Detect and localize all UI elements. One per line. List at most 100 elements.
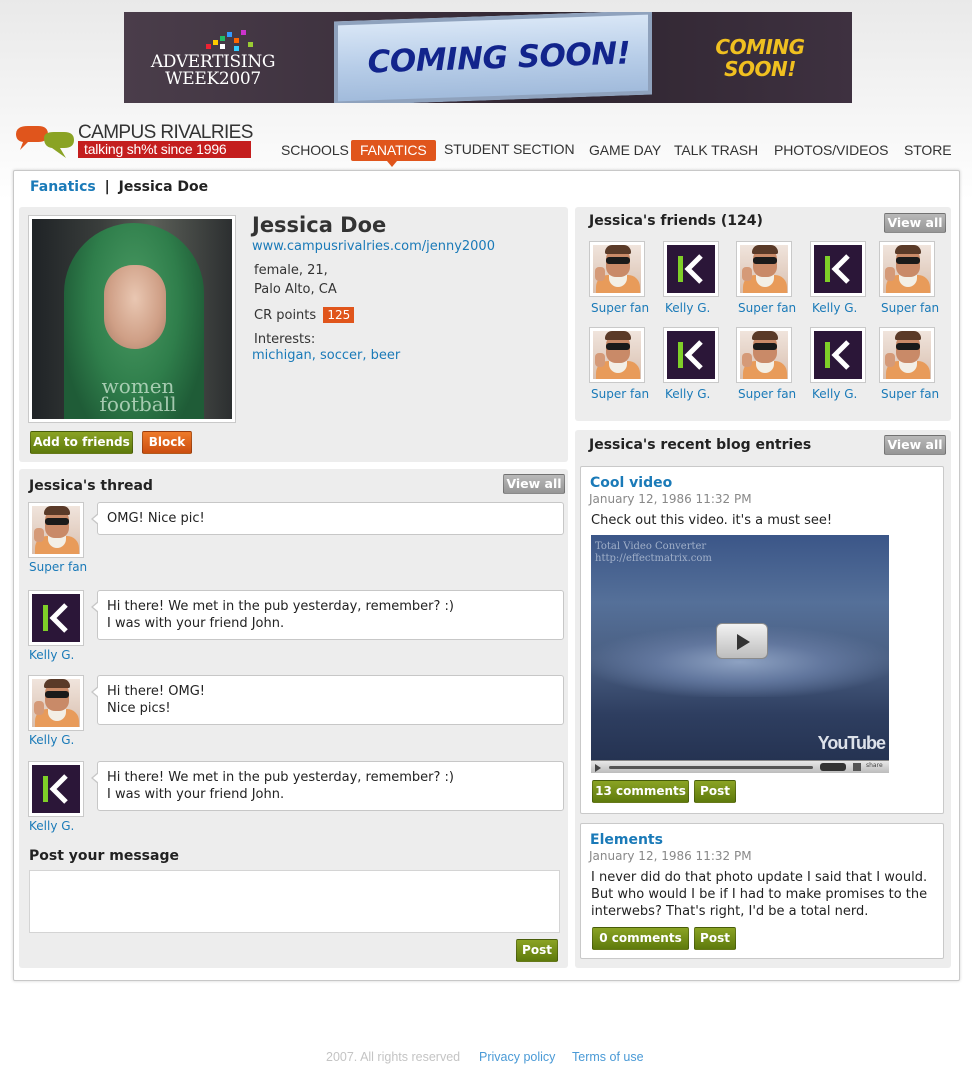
interest-link[interactable]: michigan (252, 348, 312, 363)
blog-post-button[interactable]: Post (694, 780, 736, 803)
kelly-logo-icon (667, 331, 715, 379)
kelly-logo-icon (32, 594, 80, 642)
superfan-photo-icon (740, 331, 788, 379)
share-button[interactable]: share (866, 762, 883, 769)
interests-label: Interests: (254, 332, 316, 347)
message-text-line: I was with your friend John. (107, 787, 285, 802)
post-message-button[interactable]: Post (516, 939, 558, 962)
nav-game-day[interactable]: GAME DAY (589, 140, 661, 161)
friend-avatar[interactable] (663, 241, 719, 297)
nav-fanatics[interactable]: FANATICS (351, 140, 436, 167)
ad-brand-line2: WEEK2007 (165, 69, 261, 89)
block-button[interactable]: Block (142, 431, 192, 454)
message-text-line: I was with your friend John. (107, 616, 285, 631)
add-to-friends-button[interactable]: Add to friends (30, 431, 133, 454)
nav-student-section[interactable]: STUDENT SECTION (444, 139, 575, 160)
blog-entry-text-line: interwebs? That's right, I'd be a total … (591, 904, 869, 919)
message-text-line: Hi there! We met in the pub yesterday, r… (107, 770, 455, 785)
message-input[interactable] (29, 870, 560, 933)
nav-photos-videos[interactable]: PHOTOS/VIDEOS (774, 140, 888, 161)
thread-view-all-button[interactable]: View all (503, 474, 565, 494)
play-small-icon[interactable] (595, 764, 601, 772)
breadcrumb: Fanatics | Jessica Doe (30, 179, 208, 195)
ad-side-line2: SOON! (724, 57, 796, 81)
footer-terms-link[interactable]: Terms of use (572, 1050, 644, 1064)
message-text-line: Hi there! We met in the pub yesterday, r… (107, 599, 455, 614)
profile-photo-image: women football (32, 219, 232, 419)
friend-avatar[interactable] (736, 241, 792, 297)
friend-avatar[interactable] (810, 241, 866, 297)
message-bubble: Hi there! We met in the pub yesterday, r… (91, 590, 564, 640)
message-bubble: Hi there! OMG! Nice pics! (91, 675, 564, 725)
volume-icon[interactable] (853, 763, 861, 771)
message-avatar[interactable] (28, 761, 84, 817)
friend-avatar[interactable] (589, 327, 645, 383)
blog-view-all-button[interactable]: View all (884, 435, 946, 455)
message-avatar[interactable] (28, 502, 84, 558)
message-text-line: Nice pics! (107, 701, 171, 716)
message-author[interactable]: Super fan (29, 560, 87, 574)
message-text-line: OMG! Nice pic! (107, 511, 205, 526)
profile-location: Palo Alto, CA (254, 282, 337, 297)
photo-face (104, 265, 166, 349)
friend-avatar[interactable] (879, 327, 935, 383)
message-avatar[interactable] (28, 675, 84, 731)
friend-name[interactable]: Super fan (591, 301, 649, 315)
friend-name[interactable]: Super fan (591, 387, 649, 401)
friend-name[interactable]: Super fan (738, 387, 796, 401)
video-watermark: Total Video Converter http://effectmatri… (595, 541, 712, 565)
footer-privacy-link[interactable]: Privacy policy (479, 1050, 555, 1064)
ad-banner[interactable]: ADVERTISING WEEK2007 COMING SOON! COMING… (124, 12, 852, 103)
friend-avatar[interactable] (663, 327, 719, 383)
blog-post-button[interactable]: Post (694, 927, 736, 950)
friend-name[interactable]: Kelly G. (665, 301, 710, 315)
friend-avatar[interactable] (879, 241, 935, 297)
interest-sep: , (311, 348, 316, 363)
friend-name[interactable]: Super fan (738, 301, 796, 315)
superfan-photo-icon (883, 331, 931, 379)
friend-name[interactable]: Super fan (881, 387, 939, 401)
comments-button[interactable]: 0 comments (592, 927, 689, 950)
play-icon[interactable] (716, 623, 768, 659)
friend-name[interactable]: Super fan (881, 301, 939, 315)
nav-talk-trash[interactable]: TALK TRASH (674, 140, 758, 161)
video-player[interactable]: Total Video Converter http://effectmatri… (591, 535, 889, 773)
friend-name[interactable]: Kelly G. (665, 387, 710, 401)
friend-avatar[interactable] (810, 327, 866, 383)
blog-entry-text-line: But who would I be if I had to make prom… (591, 887, 928, 902)
interest-link[interactable]: soccer (320, 348, 362, 363)
profile-gender-age: female, 21, (254, 263, 328, 278)
interest-link[interactable]: beer (371, 348, 401, 363)
friend-avatar[interactable] (736, 327, 792, 383)
friends-view-all-button[interactable]: View all (884, 213, 946, 233)
blog-entry-text: Check out this video. it's a must see! (591, 513, 833, 528)
superfan-photo-icon (593, 331, 641, 379)
message-author[interactable]: Kelly G. (29, 733, 74, 747)
friend-name[interactable]: Kelly G. (812, 301, 857, 315)
profile-photo[interactable]: women football (28, 215, 236, 423)
breadcrumb-fanatics[interactable]: Fanatics (30, 179, 96, 195)
nav-store[interactable]: STORE (904, 140, 952, 161)
video-watermark-line2: http://effectmatrix.com (595, 553, 712, 564)
blog-entry-title[interactable]: Elements (590, 832, 663, 848)
thread-title: Jessica's thread (29, 478, 153, 494)
profile-url[interactable]: www.campusrivalries.com/jenny2000 (252, 239, 495, 254)
friends-title: Jessica's friends (124) (589, 213, 763, 229)
ad-side-text: COMING SOON! (692, 36, 828, 80)
message-author[interactable]: Kelly G. (29, 648, 74, 662)
blog-entry-text-line: I never did do that photo update I said … (591, 870, 928, 885)
comments-button[interactable]: 13 comments (592, 780, 689, 803)
message-text-line: Hi there! OMG! (107, 684, 205, 699)
seek-bar[interactable] (609, 766, 813, 769)
message-avatar[interactable] (28, 590, 84, 646)
message-author[interactable]: Kelly G. (29, 819, 74, 833)
message-bubble: OMG! Nice pic! (91, 502, 564, 535)
profile-name: Jessica Doe (252, 213, 387, 237)
ad-brand: ADVERTISING WEEK2007 (138, 54, 288, 88)
friend-name[interactable]: Kelly G. (812, 387, 857, 401)
blog-entry-date: January 12, 1986 11:32 PM (589, 492, 752, 506)
blog-entry-title[interactable]: Cool video (590, 475, 672, 491)
profile-points: CR points 125 (254, 307, 355, 323)
nav-schools[interactable]: SCHOOLS (281, 140, 349, 161)
friend-avatar[interactable] (589, 241, 645, 297)
